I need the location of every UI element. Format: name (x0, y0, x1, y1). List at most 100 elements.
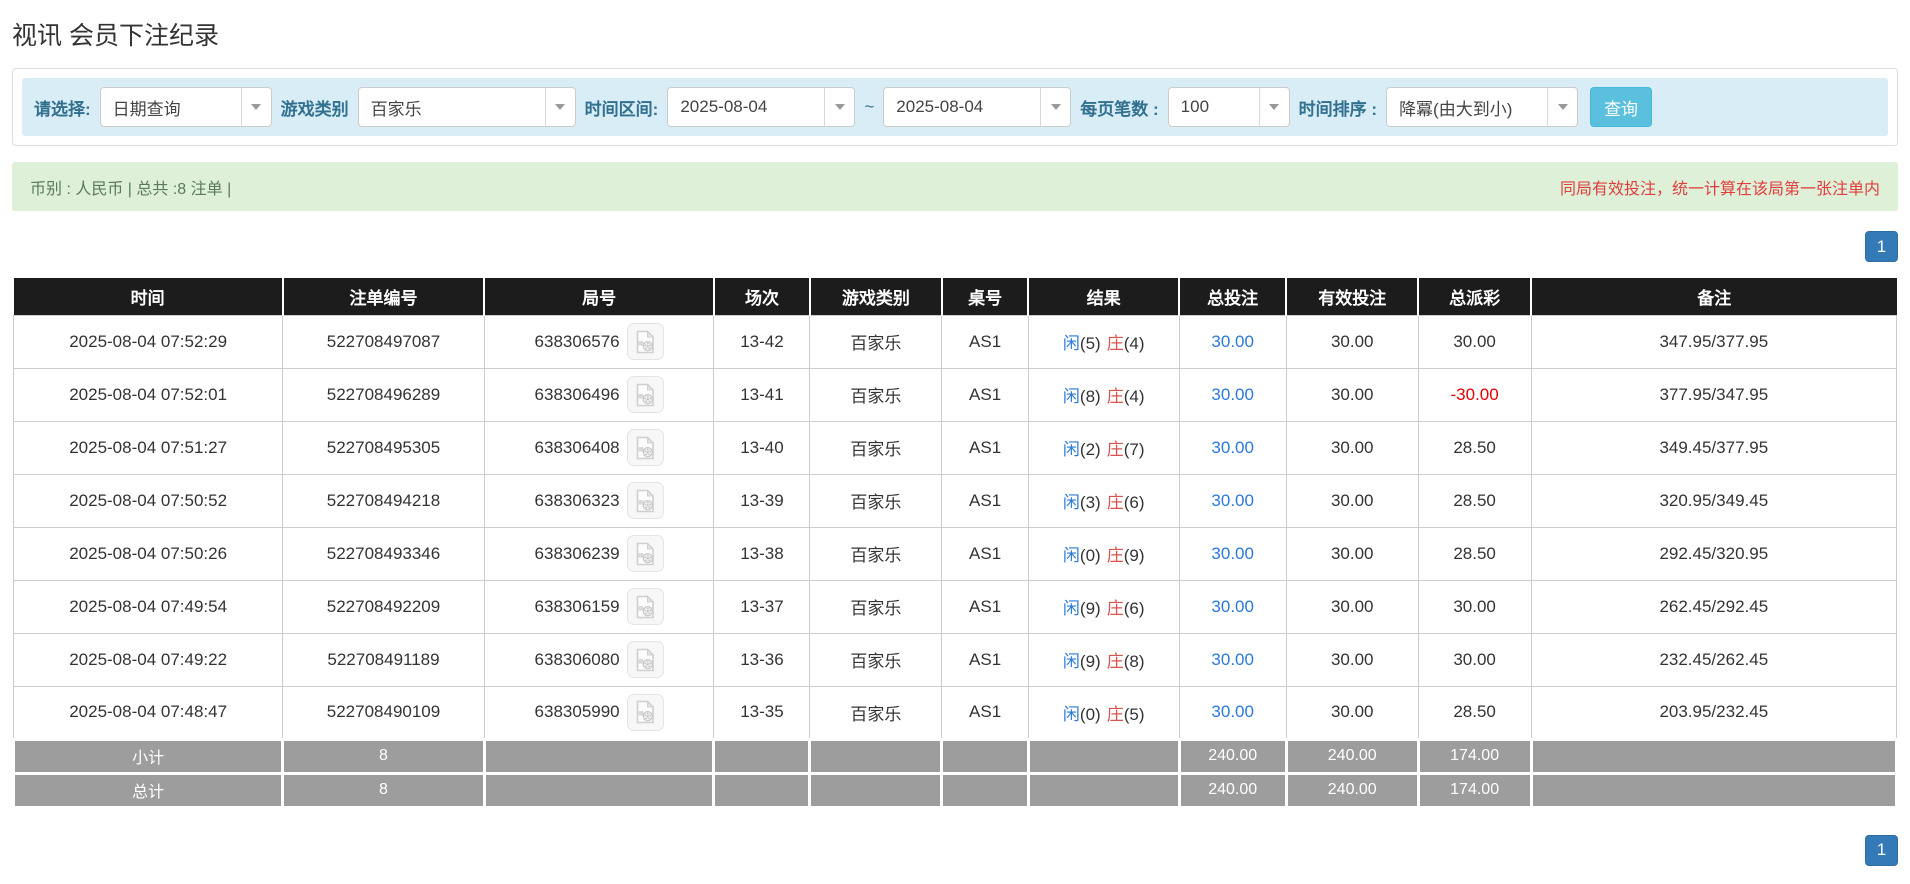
pagination-bottom: 1 (12, 835, 1898, 866)
chevron-down-icon[interactable] (545, 88, 575, 126)
cell-valid-bet: 30.00 (1286, 368, 1418, 421)
cell-game-type: 百家乐 (810, 633, 942, 686)
cell-result: 闲(9)庄(8) (1028, 633, 1179, 686)
video-file-icon (634, 700, 656, 724)
result-player-label: 闲 (1063, 546, 1080, 565)
page-size-value: 100 (1169, 97, 1259, 117)
col-time: 时间 (14, 278, 283, 315)
sort-order-value: 降冪(由大到小) (1387, 95, 1547, 120)
date-to-value: 2025-08-04 (884, 97, 1040, 117)
total-bet-link[interactable]: 30.00 (1211, 702, 1254, 721)
chevron-down-icon[interactable] (1040, 88, 1070, 126)
cell-table-no: AS1 (942, 686, 1029, 739)
cell-time: 2025-08-04 07:49:54 (14, 580, 283, 633)
chevron-down-icon[interactable] (241, 88, 271, 126)
total-bet-link[interactable]: 30.00 (1211, 332, 1254, 351)
video-replay-button[interactable] (627, 535, 664, 572)
cell-total-bet: 30.00 (1179, 580, 1286, 633)
cell-result: 闲(2)庄(7) (1028, 421, 1179, 474)
chevron-down-icon[interactable] (1259, 88, 1289, 126)
cell-valid-bet: 30.00 (1286, 315, 1418, 368)
total-bet-link[interactable]: 30.00 (1211, 385, 1254, 404)
cell-result: 闲(8)庄(4) (1028, 368, 1179, 421)
video-replay-button[interactable] (627, 429, 664, 466)
date-from-select[interactable]: 2025-08-04 (667, 87, 855, 127)
cell-payout: 30.00 (1418, 315, 1531, 368)
result-banker-label: 庄 (1107, 334, 1124, 353)
video-replay-button[interactable] (627, 482, 664, 519)
sort-order-label: 时间排序 : (1299, 95, 1377, 120)
cell-time: 2025-08-04 07:50:26 (14, 527, 283, 580)
subtotal-count: 8 (283, 739, 484, 773)
cell-payout: 28.50 (1418, 421, 1531, 474)
search-button[interactable]: 查询 (1590, 87, 1652, 127)
summary-bar: 币别 : 人民币 | 总共 :8 注单 | 同局有效投注，统一计算在该局第一张注… (12, 162, 1898, 211)
round-id: 638306080 (535, 650, 620, 670)
game-type-label: 游戏类别 (281, 95, 349, 120)
col-bet-id: 注单编号 (283, 278, 484, 315)
cell-payout: 28.50 (1418, 474, 1531, 527)
total-bet-link[interactable]: 30.00 (1211, 597, 1254, 616)
total-payout: 174.00 (1418, 773, 1531, 807)
cell-payout: 30.00 (1418, 633, 1531, 686)
video-replay-button[interactable] (627, 588, 664, 625)
total-bet-link[interactable]: 30.00 (1211, 491, 1254, 510)
cell-session: 13-37 (714, 580, 810, 633)
result-banker-value: (8) (1124, 652, 1145, 671)
total-bet-link[interactable]: 30.00 (1211, 544, 1254, 563)
date-to-select[interactable]: 2025-08-04 (883, 87, 1071, 127)
cell-time: 2025-08-04 07:48:47 (14, 686, 283, 739)
cell-total-bet: 30.00 (1179, 474, 1286, 527)
query-type-label: 请选择: (34, 95, 91, 120)
result-player-label: 闲 (1063, 334, 1080, 353)
filter-bar: 请选择: 日期查询 游戏类别 百家乐 时间区间: 2025-08-04 ~ 20… (22, 78, 1888, 136)
query-type-value: 日期查询 (101, 95, 241, 120)
chevron-down-icon[interactable] (1547, 88, 1577, 126)
cell-session: 13-38 (714, 527, 810, 580)
page-1-button[interactable]: 1 (1865, 231, 1898, 262)
video-replay-button[interactable] (627, 694, 664, 731)
result-banker-value: (4) (1124, 387, 1145, 406)
video-file-icon (634, 648, 656, 672)
cell-remark: 347.95/377.95 (1531, 315, 1896, 368)
video-replay-button[interactable] (627, 641, 664, 678)
total-count: 8 (283, 773, 484, 807)
round-id: 638306496 (535, 385, 620, 405)
cell-table-no: AS1 (942, 527, 1029, 580)
cell-round: 638305990 (484, 686, 714, 739)
total-bet-link[interactable]: 30.00 (1211, 438, 1254, 457)
cell-table-no: AS1 (942, 315, 1029, 368)
result-banker-label: 庄 (1107, 546, 1124, 565)
sort-order-select[interactable]: 降冪(由大到小) (1386, 87, 1578, 127)
page-size-select[interactable]: 100 (1168, 87, 1290, 127)
table-row: 2025-08-04 07:48:47 522708490109 6383059… (14, 686, 1897, 739)
video-file-icon (634, 595, 656, 619)
table-row: 2025-08-04 07:52:01 522708496289 6383064… (14, 368, 1897, 421)
cell-round: 638306080 (484, 633, 714, 686)
cell-valid-bet: 30.00 (1286, 421, 1418, 474)
video-replay-button[interactable] (627, 323, 664, 360)
result-player-value: (8) (1080, 387, 1101, 406)
total-row: 总计 8 240.00 240.00 174.00 (14, 773, 1897, 807)
col-payout: 总派彩 (1418, 278, 1531, 315)
cell-remark: 320.95/349.45 (1531, 474, 1896, 527)
page-1-button[interactable]: 1 (1865, 835, 1898, 866)
cell-remark: 203.95/232.45 (1531, 686, 1896, 739)
cell-game-type: 百家乐 (810, 421, 942, 474)
result-player-label: 闲 (1063, 705, 1080, 724)
cell-bet-id: 522708494218 (283, 474, 484, 527)
cell-result: 闲(9)庄(6) (1028, 580, 1179, 633)
filter-panel: 请选择: 日期查询 游戏类别 百家乐 时间区间: 2025-08-04 ~ 20… (12, 68, 1898, 146)
total-bet-link[interactable]: 30.00 (1211, 650, 1254, 669)
cell-time: 2025-08-04 07:50:52 (14, 474, 283, 527)
total-valid-bet: 240.00 (1286, 773, 1418, 807)
chevron-down-icon[interactable] (824, 88, 854, 126)
table-row: 2025-08-04 07:50:52 522708494218 6383063… (14, 474, 1897, 527)
video-replay-button[interactable] (627, 376, 664, 413)
cell-payout: -30.00 (1418, 368, 1531, 421)
cell-time: 2025-08-04 07:49:22 (14, 633, 283, 686)
game-type-select[interactable]: 百家乐 (358, 87, 576, 127)
col-remark: 备注 (1531, 278, 1896, 315)
round-id: 638306239 (535, 544, 620, 564)
query-type-select[interactable]: 日期查询 (100, 87, 272, 127)
